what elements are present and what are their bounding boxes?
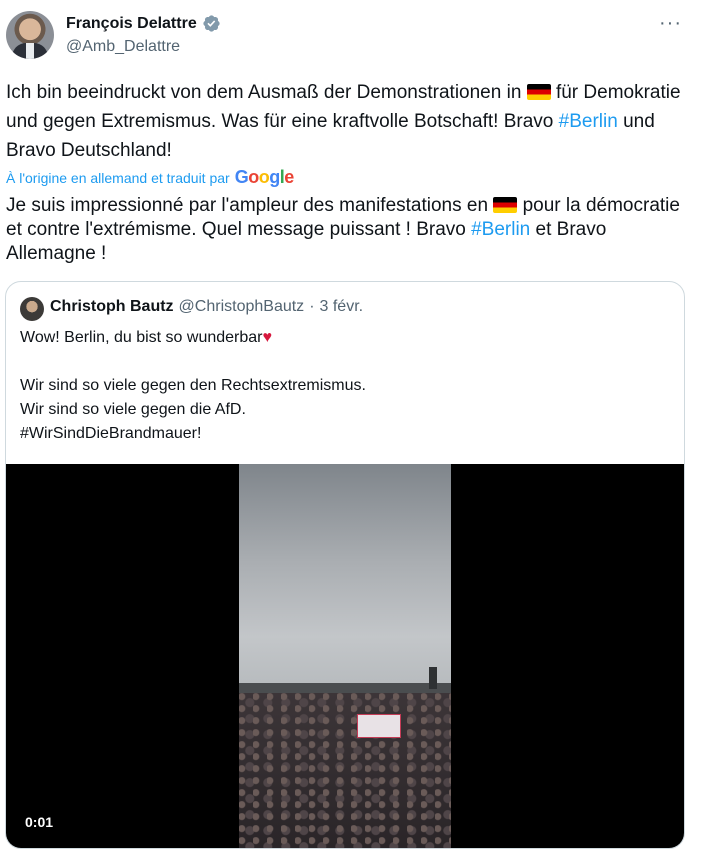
quoted-tweet-text: Wow! Berlin, du bist so wunderbar♥ Wir s…: [20, 326, 660, 446]
author-name-row: François Delattre: [66, 14, 221, 33]
google-logo: Google: [234, 167, 295, 187]
video-banner: [357, 714, 401, 738]
hashtag-berlin-link[interactable]: #Berlin: [559, 111, 618, 132]
original-text-part1: Ich bin beeindruckt von dem Ausmaß der D…: [6, 82, 527, 103]
separator-dot: ·: [309, 298, 315, 315]
author-avatar[interactable]: [6, 11, 54, 59]
quoted-author-handle[interactable]: @ChristophBautz: [179, 298, 305, 316]
video-treeline: [239, 683, 451, 693]
author-handle[interactable]: @Amb_Delattre: [66, 38, 180, 56]
author-name[interactable]: François Delattre: [66, 15, 197, 33]
video-tower: [429, 667, 437, 689]
verified-badge-icon: [203, 15, 220, 32]
germany-flag-icon: [493, 197, 518, 213]
avatar-shirt: [26, 43, 34, 59]
quoted-tweet-header: Christoph Bautz @ChristophBautz · 3 févr…: [50, 298, 363, 316]
video-frame: [239, 464, 451, 848]
quoted-author-name[interactable]: Christoph Bautz: [50, 298, 174, 316]
video-timecode: 0:01: [25, 814, 54, 830]
video-player[interactable]: 0:01: [6, 464, 684, 848]
germany-flag-icon: [526, 84, 551, 100]
quoted-tweet-card[interactable]: Christoph Bautz @ChristophBautz · 3 févr…: [5, 281, 685, 849]
translation-attribution[interactable]: À l'origine en allemand et traduit par G…: [6, 167, 294, 188]
translated-by-label: À l'origine en allemand et traduit par: [6, 169, 230, 186]
quoted-text-body: Wir sind so viele gegen den Rechtsextrem…: [20, 377, 366, 442]
red-heart-icon: ♥: [262, 329, 272, 346]
quoted-author-avatar[interactable]: [20, 297, 44, 321]
video-crowd: [239, 693, 451, 848]
quoted-text-line1: Wow! Berlin, du bist so wunderbar: [20, 329, 263, 346]
post-translated-text: Je suis impressionné par l'ampleur des m…: [6, 194, 686, 266]
more-options-icon[interactable]: ···: [659, 12, 682, 35]
quoted-tweet-date[interactable]: 3 févr.: [320, 298, 364, 316]
hashtag-berlin-link[interactable]: #Berlin: [471, 219, 530, 240]
translated-text-part1: Je suis impressionné par l'ampleur des m…: [6, 195, 494, 216]
post-original-text: Ich bin beeindruckt von dem Ausmaß der D…: [6, 78, 686, 165]
